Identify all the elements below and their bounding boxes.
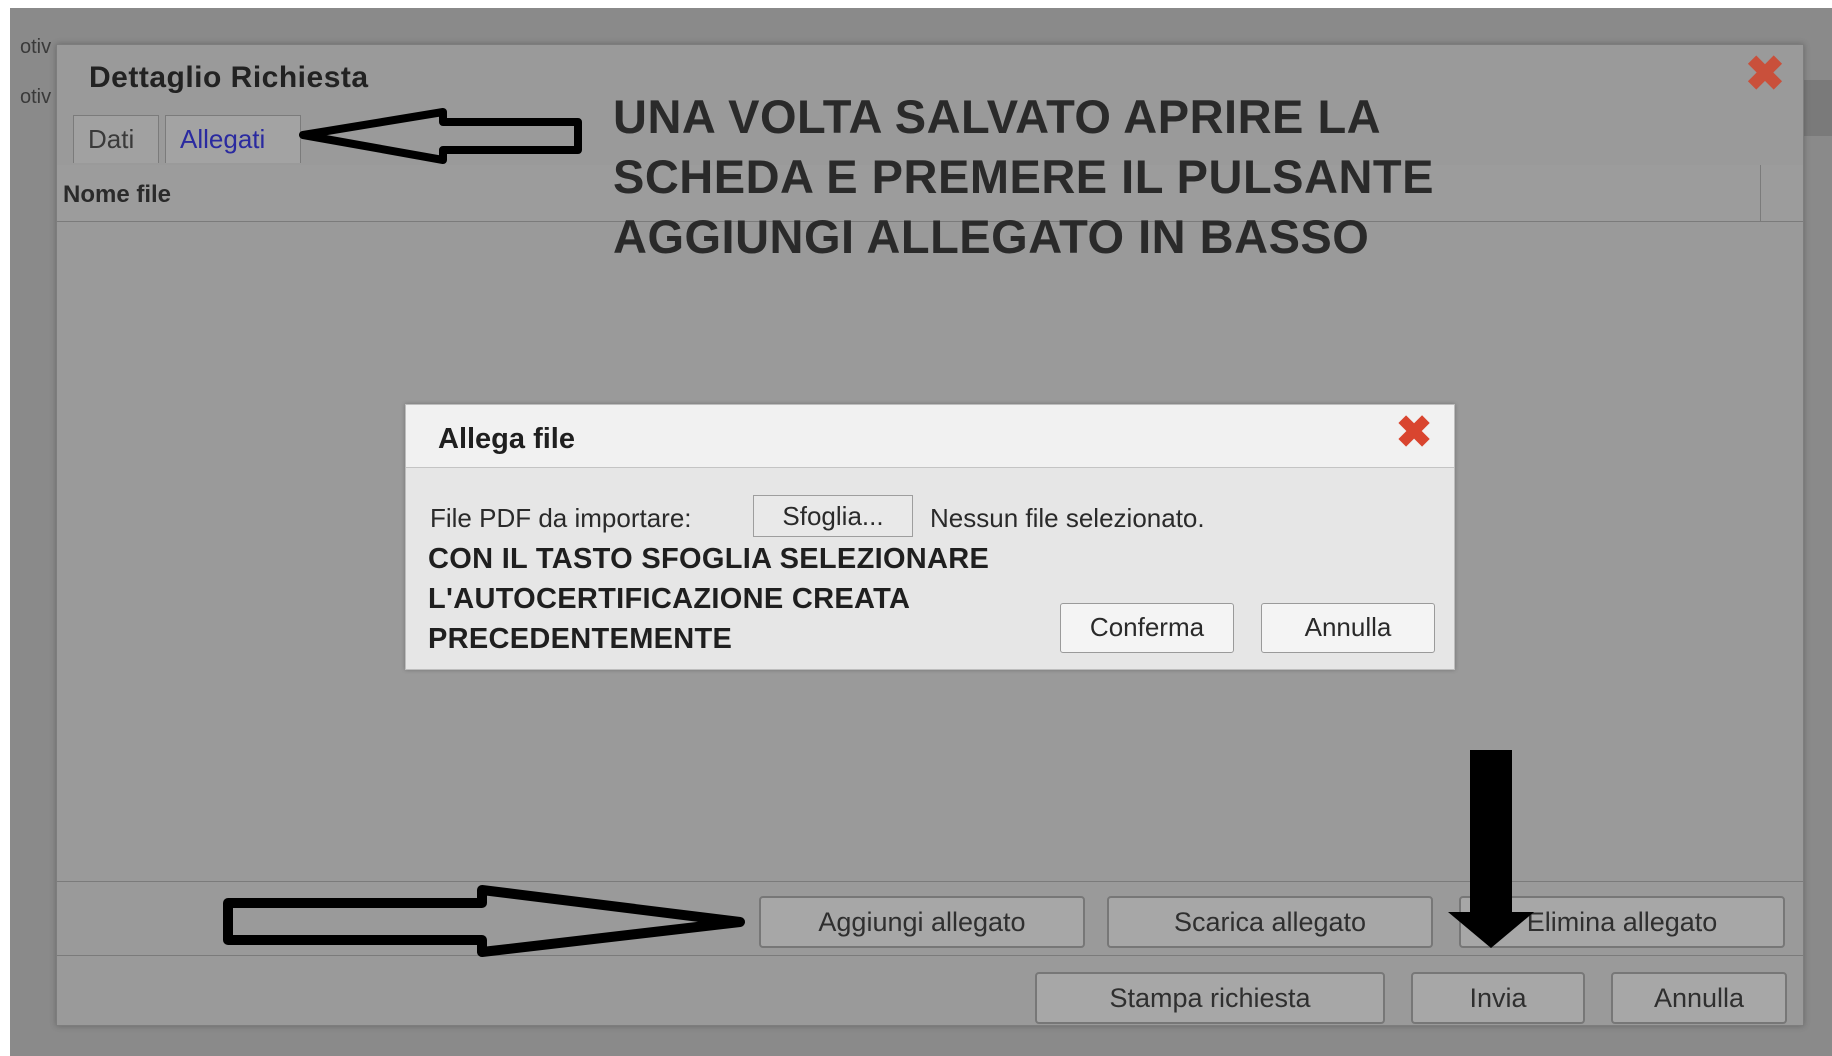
arrow-down-icon <box>1448 750 1534 948</box>
arrow-left-icon <box>299 108 582 164</box>
annotation-arrows <box>223 108 1534 957</box>
arrow-right-icon <box>223 885 745 957</box>
